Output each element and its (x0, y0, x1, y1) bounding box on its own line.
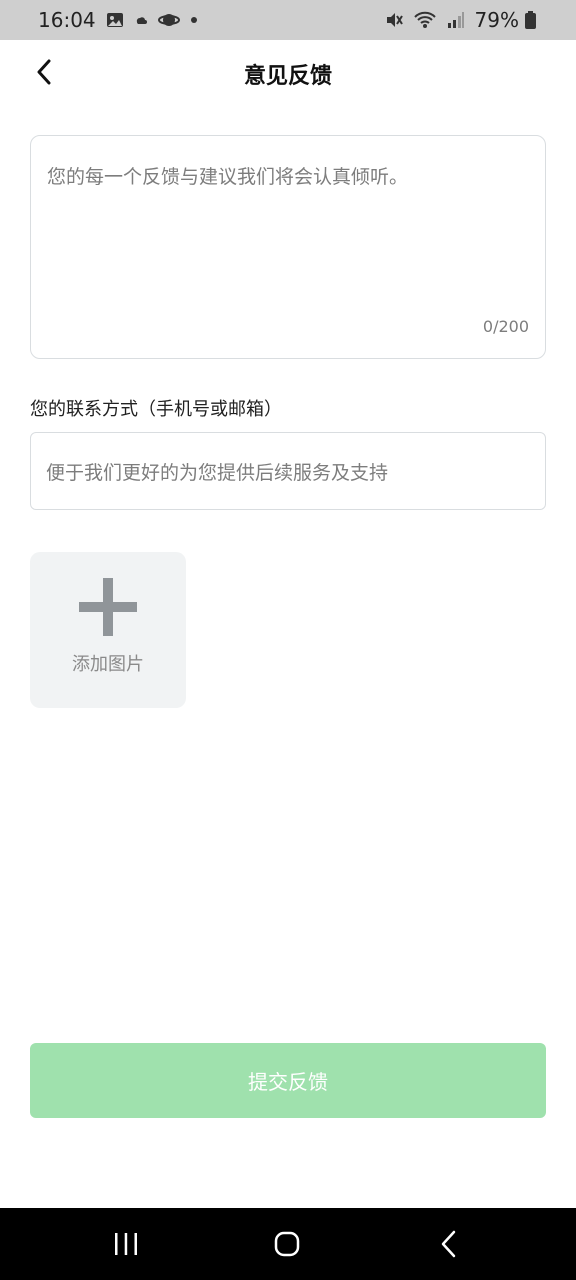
status-right: 79% (385, 8, 536, 32)
char-count: 0/200 (482, 317, 529, 336)
nav-bar (0, 1208, 576, 1280)
system-back-button[interactable] (409, 1208, 489, 1280)
submit-feedback-button[interactable]: 提交反馈 (30, 1043, 546, 1118)
status-time: 16:04 (38, 8, 96, 32)
wifi-icon (413, 11, 437, 29)
signal-icon (447, 11, 465, 29)
add-image-button[interactable]: 添加图片 (30, 552, 186, 708)
feedback-textarea[interactable]: 您的每一个反馈与建议我们将会认真倾听。 0/200 (30, 135, 546, 359)
contact-label: 您的联系方式（手机号或邮箱） (30, 399, 282, 420)
home-button[interactable] (247, 1208, 327, 1280)
battery-percent: 79% (474, 8, 519, 32)
add-image-label: 添加图片 (72, 654, 144, 675)
cloud-icon (134, 13, 148, 27)
mute-icon (385, 11, 403, 29)
page-title: 意见反馈 (243, 64, 332, 89)
battery-indicator: 79% (475, 8, 536, 32)
recent-apps-button[interactable] (86, 1208, 166, 1280)
header: 意见反馈 (0, 40, 576, 110)
plus-icon (79, 578, 137, 636)
image-icon (106, 11, 124, 29)
dot-icon (190, 16, 198, 24)
planet-icon (157, 11, 180, 29)
battery-icon (525, 11, 536, 29)
recent-apps-icon (115, 1233, 137, 1255)
home-icon (274, 1231, 300, 1257)
status-bar: 16:04 79% (0, 0, 576, 40)
contact-input[interactable]: 便于我们更好的为您提供后续服务及支持 (30, 432, 546, 510)
status-left: 16:04 (38, 8, 198, 32)
back-icon (441, 1230, 456, 1258)
feedback-placeholder: 您的每一个反馈与建议我们将会认真倾听。 (47, 166, 409, 188)
contact-placeholder: 便于我们更好的为您提供后续服务及支持 (46, 461, 389, 484)
